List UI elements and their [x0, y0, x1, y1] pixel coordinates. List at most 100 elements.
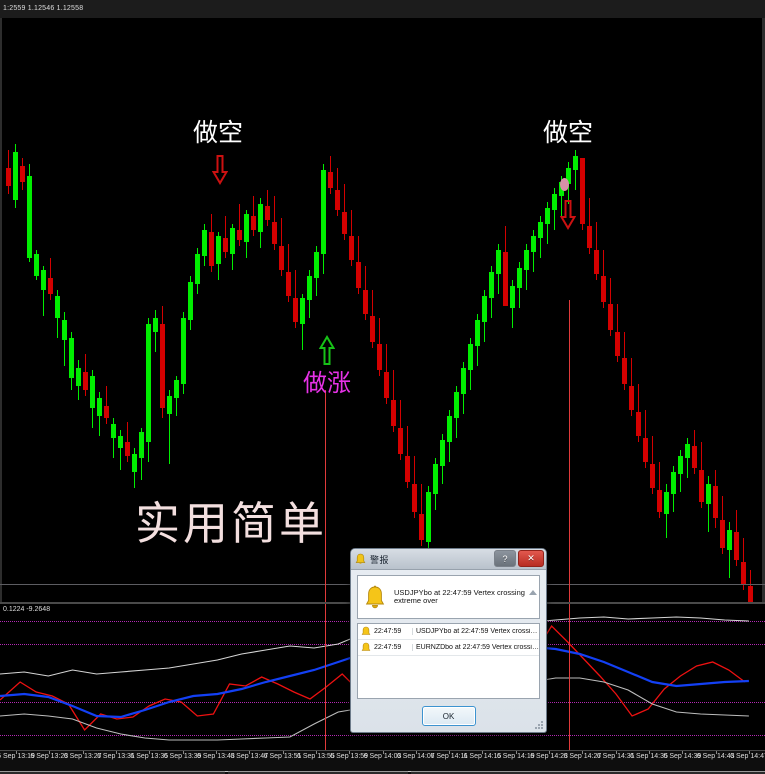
dialog-body: USDJPYbo at 22:47:59 Vertex crossing ext… [351, 570, 546, 699]
candle-body [615, 332, 620, 356]
help-button[interactable]: ? [494, 550, 516, 567]
candle-body [741, 562, 746, 584]
candle-body [279, 246, 284, 270]
candle-body [118, 436, 123, 448]
time-axis-tick [249, 751, 251, 754]
time-axis-tick [582, 751, 584, 754]
candle-body [146, 324, 151, 442]
candle-body [650, 464, 655, 488]
time-axis-label: 6 Sep 13:51 [263, 753, 302, 760]
time-axis-label: 6 Sep 14:31 [596, 753, 635, 760]
time-axis-label: 6 Sep 14:03 [363, 753, 402, 760]
time-axis-label: 6 Sep 14:19 [496, 753, 535, 760]
time-axis-tick [449, 751, 451, 754]
candle-body [496, 250, 501, 274]
time-axis-label: 6 Sep 14:11 [430, 753, 468, 760]
candle-body [265, 206, 270, 220]
time-axis-tick [315, 751, 317, 754]
candle-body [139, 432, 144, 458]
alert-message: USDJPYbo at 22:47:59 Vertex crossing ext… [412, 628, 539, 635]
candle-body [188, 282, 193, 320]
candle-body [76, 368, 81, 386]
candle-body [90, 376, 95, 408]
candle-body [573, 156, 578, 170]
candle-body [720, 520, 725, 548]
candle-body [342, 212, 347, 234]
alert-list[interactable]: 22:47:59 USDJPYbo at 22:47:59 Vertex cros… [357, 623, 540, 699]
time-axis-label: 6 Sep 13:47 [230, 753, 269, 760]
dialog-titlebar[interactable]: 警报 ? ✕ [351, 549, 546, 570]
candle-body [48, 278, 53, 294]
time-axis-label: 6 Sep 13:27 [63, 753, 102, 760]
candle-body [748, 586, 753, 602]
scroll-up-arrow-icon[interactable] [529, 590, 537, 595]
indicator-readout: 0.1224 -9.2648 [3, 606, 51, 613]
bell-icon-small [361, 626, 371, 635]
time-axis-tick [49, 751, 51, 754]
candle-body [41, 270, 46, 290]
time-axis-tick [615, 751, 617, 754]
chart-left-border [0, 18, 2, 602]
price-chart-panel[interactable]: 做空 做空 做涨 实用简单 [0, 18, 765, 602]
featured-alert-panel[interactable]: USDJPYbo at 22:47:59 Vertex crossing ext… [357, 575, 540, 619]
candle-body [727, 530, 732, 550]
candle-body [349, 236, 354, 260]
candle-body [69, 338, 74, 378]
resize-grip-icon[interactable] [534, 720, 544, 730]
candle-body [426, 492, 431, 542]
candle-body [223, 238, 228, 252]
time-axis-tick [382, 751, 384, 754]
time-axis-tick [215, 751, 217, 754]
buy-signal-line-indicator [325, 604, 326, 752]
candle-body [272, 222, 277, 244]
candle-body [307, 276, 312, 300]
candle-body [657, 490, 662, 512]
time-axis-tick [482, 751, 484, 754]
alert-time: 22:47:59 [374, 644, 402, 651]
alert-row[interactable]: 22:47:59 USDJPYbo at 22:47:59 Vertex cros… [358, 624, 539, 640]
candle-body [153, 318, 158, 332]
candle-body [587, 226, 592, 248]
candle-body [384, 372, 389, 398]
candle-body [27, 176, 32, 258]
candle-body [258, 204, 263, 232]
candle-body [328, 172, 333, 188]
mt4-chart-window: 1:2559 1.12546 1.12558 做空 做空 做涨 实用简单 0.1224… [0, 0, 765, 774]
dialog-title: 警报 [370, 555, 390, 566]
candle-body [734, 532, 739, 560]
candle-body [111, 424, 116, 438]
candle-body [216, 236, 221, 264]
candle-body [706, 484, 711, 504]
candle-body [447, 416, 452, 442]
candle-body [335, 190, 340, 210]
time-axis-label: 6 Sep 13:35 [130, 753, 169, 760]
candle-body [510, 286, 515, 308]
time-axis-tick [182, 751, 184, 754]
close-button[interactable]: ✕ [518, 550, 544, 567]
candle-body [405, 456, 410, 482]
alert-dialog[interactable]: 警报 ? ✕ USDJPYbo at 22:47:59 Vertex cross… [350, 548, 547, 733]
candle-body [363, 290, 368, 314]
candle-body [699, 470, 704, 502]
candle-body [468, 344, 473, 370]
candle-body [454, 392, 459, 418]
time-axis-tick [149, 751, 151, 754]
candle-body [412, 484, 417, 512]
time-axis-label: 6 Sep 14:23 [530, 753, 568, 760]
candle-body [251, 216, 256, 230]
candle-body [489, 272, 494, 298]
alert-row[interactable]: 22:47:59 EURNZDbo at 22:47:59 Vertex cros… [358, 640, 539, 656]
time-axis-label: 6 Sep 14:43 [696, 753, 735, 760]
candle-body [636, 412, 641, 436]
candle-body [664, 492, 669, 514]
candle-body [97, 398, 102, 416]
time-axis[interactable]: 6 Sep 13:19 6 Sep 13:23 6 Sep 13:27 6 Sep 1… [0, 750, 765, 774]
candle-body [293, 298, 298, 322]
candle-body [398, 428, 403, 454]
buy-arrow-1 [319, 335, 335, 365]
ok-button[interactable]: OK [421, 706, 476, 726]
chart-annotation-tagline-3: 实用简单 [135, 497, 328, 550]
alert-time: 22:47:59 [374, 628, 402, 635]
candle-body [160, 324, 165, 408]
bell-icon [355, 553, 366, 564]
